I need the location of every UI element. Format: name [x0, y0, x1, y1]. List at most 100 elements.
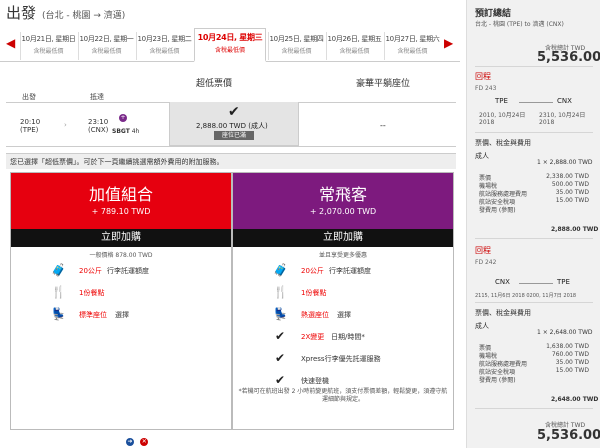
date-label: 10月27日, 星期六: [385, 35, 440, 43]
next-step-arrow-icon[interactable]: ➜: [126, 438, 134, 446]
value-pack-card: 加值組合 + 789.10 TWD 立即加購 一般價格 878.00 TWD 🧳…: [10, 172, 232, 430]
total-amount: 5,536.00: [537, 50, 600, 65]
origin-code: CNX: [495, 278, 510, 286]
feature-highlight: 1份餐點: [301, 289, 327, 297]
frequent-flyer-name: 常飛客: [318, 185, 367, 204]
seat-icon: 💺: [273, 307, 288, 321]
feature-item: 🍴 1份餐點: [263, 282, 453, 304]
inbound-times: 2115, 11月6日 2018 0200, 11月7日 2018: [475, 293, 577, 299]
date-label: 10月25日, 星期四: [269, 35, 324, 43]
value-pack-regular-price: 一般價格 878.00 TWD: [89, 252, 153, 259]
value-pack-band: 加值組合 + 789.10 TWD: [11, 173, 231, 229]
feature-highlight: 標準座位: [79, 311, 107, 319]
feature-text: Xpress行李優先託運服務: [301, 355, 381, 363]
passenger-type: 成人: [475, 152, 489, 160]
flight-info-icon[interactable]: +: [119, 114, 127, 122]
summary-title: 預訂總結: [475, 9, 512, 19]
feature-item: 🧳 20公斤 行李託運額度: [263, 260, 453, 282]
prev-week-arrow-icon[interactable]: ◀: [6, 36, 15, 50]
feature-highlight: 2X變更: [301, 333, 325, 341]
date-label: 10月24日, 星期三: [197, 33, 263, 42]
meal-icon: 🍴: [51, 285, 66, 299]
flight-selection-panel: 出發 (台北 - 桃園 → 濟邁) ◀ 10月21日, 星期日 含稅最低價 10…: [0, 0, 460, 448]
date-price-label: 含稅最低價: [339, 48, 370, 55]
date-tab-1022[interactable]: 10月22日, 星期一 含稅最低價: [78, 32, 134, 60]
route-subtitle: (台北 - 桃園 → 濟邁): [42, 11, 126, 21]
date-tab-1027[interactable]: 10月27日, 星期六 含稅最低價: [384, 32, 440, 60]
divider: [475, 408, 593, 409]
frequent-flyer-price: + 2,070.00 TWD: [309, 207, 377, 216]
outbound-route: TPE CNX: [475, 97, 593, 109]
route-line: [519, 102, 553, 103]
date-tab-1023[interactable]: 10月23日, 星期二 含稅最低價: [136, 32, 192, 60]
route-line: [519, 283, 553, 284]
date-label: 10月23日, 星期二: [137, 35, 192, 43]
outbound-flight-number: FD 243: [475, 85, 497, 92]
date-tab-1026[interactable]: 10月26日, 星期五 含稅最低價: [326, 32, 382, 60]
value-pack-buy-button[interactable]: 立即加購: [11, 229, 231, 247]
seat-icon: 💺: [51, 307, 66, 321]
fees-title: 票價、稅金與費用: [475, 139, 531, 147]
passenger-fare: 1 × 2,888.00 TWD: [537, 159, 593, 166]
feature-highlight: 熱選座位: [301, 311, 329, 319]
premium-fare-cell[interactable]: --: [380, 121, 386, 130]
value-pack-price: + 789.10 TWD: [91, 207, 151, 216]
divider: [475, 238, 593, 239]
date-label: 10月26日, 星期五: [327, 35, 382, 43]
feature-item: ✔ 2X變更 日期/時間*: [263, 326, 453, 348]
frequent-flyer-buy-button[interactable]: 立即加購: [233, 229, 453, 247]
outbound-departure-time: 2010, 10月24日 2018: [479, 112, 526, 126]
feature-item: 🍴 1份餐點: [41, 282, 231, 304]
arrival-time: 23:10: [88, 118, 109, 126]
date-tab-1024-selected[interactable]: 10月24日, 星期三 含稅最低價: [194, 28, 266, 62]
feature-text: 選擇: [337, 311, 351, 319]
pagination-controls: ➜ ✕: [126, 437, 152, 446]
flight-duration: SBGT 4h: [112, 128, 140, 135]
page-title: 出發: [6, 4, 37, 22]
feature-text: 日期/時間*: [331, 333, 365, 341]
date-tab-1021[interactable]: 10月21日, 星期日 含稅最低價: [20, 32, 76, 60]
feature-highlight: 20公斤: [79, 267, 102, 275]
next-week-arrow-icon[interactable]: ▶: [444, 36, 453, 50]
date-price-label: 含稅最低價: [397, 48, 428, 55]
frequent-flyer-subtitle: 並且享受更多優惠: [318, 252, 367, 259]
inbound-label: 回程: [475, 246, 491, 255]
check-icon: ✔: [274, 373, 286, 387]
feature-highlight: 1份餐點: [79, 289, 105, 297]
depart-column-header: 出發: [22, 93, 36, 101]
summary-route: 台北 - 桃園 (TPE) to 濟邁 (CNX): [475, 21, 564, 28]
inbound-flight-number: FD 242: [475, 259, 497, 266]
low-fare-header: 超低票價: [196, 79, 233, 89]
close-icon[interactable]: ✕: [140, 438, 149, 446]
passenger-fare: 1 × 2,648.00 TWD: [537, 329, 593, 336]
seats-status-badge: 座位已滿: [214, 131, 254, 140]
fees-title: 票價、稅金與費用: [475, 309, 531, 317]
feature-highlight: 20公斤: [301, 267, 324, 275]
date-selector: ◀ 10月21日, 星期日 含稅最低價 10月22日, 星期一 含稅最低價 10…: [0, 28, 460, 62]
feature-text: 行李託運額度: [329, 267, 371, 275]
feature-item: ✔ Xpress行李優先託運服務: [263, 348, 453, 370]
date-price-label: 含稅最低價: [214, 47, 245, 54]
selection-notice: 您已選擇「超低票價」。可於下一頁繼續挑選需額外費用的附加服務。: [10, 158, 224, 166]
luggage-icon: 🧳: [273, 263, 288, 277]
feature-item: 💺 熱選座位 選擇: [263, 304, 453, 326]
change-policy-footnote: *若機可在航班出發 2 小時前變更航班，須支付票價差額，輕鬆變更，須遵守航運細節…: [238, 388, 448, 403]
selected-check-icon: ✔: [228, 104, 240, 120]
page-header: 出發 (台北 - 桃園 → 濟邁): [6, 2, 125, 24]
feature-text: 選擇: [115, 311, 129, 319]
date-label: 10月21日, 星期日: [21, 35, 76, 43]
outbound-subtotal: 2,888.00 TWD: [551, 226, 599, 233]
divider: [6, 146, 456, 147]
bottom-total-amount: 5,536.00: [537, 428, 600, 443]
arrive-column-header: 抵達: [90, 93, 104, 101]
low-fare-price: 2,888.00 TWD (成人): [196, 122, 268, 130]
date-tab-1025[interactable]: 10月25日, 星期四 含稅最低價: [268, 32, 324, 60]
destination-code: CNX: [557, 97, 572, 105]
date-label: 10月22日, 星期一: [79, 35, 134, 43]
value-pack-name: 加值組合: [88, 185, 153, 204]
booking-summary-sidebar: 預訂總結 台北 - 桃園 (TPE) to 濟邁 (CNX) 含稅總計 TWD …: [466, 0, 600, 448]
arrival-code: (CNX): [88, 126, 109, 134]
premium-fare-header: 豪華平躺座位: [356, 79, 411, 89]
feature-text: 快速登機: [301, 377, 329, 385]
outbound-label: 回程: [475, 72, 491, 81]
